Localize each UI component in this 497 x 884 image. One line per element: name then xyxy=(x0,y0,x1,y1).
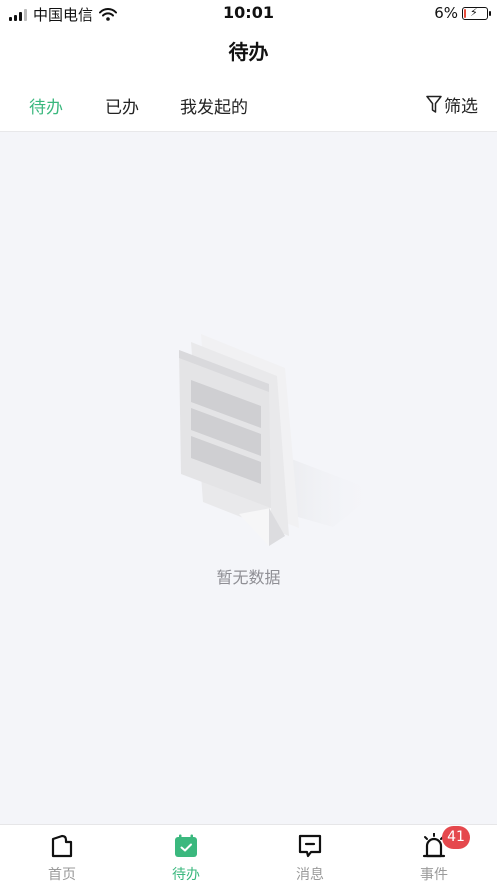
tab-bar-label-messages: 消息 xyxy=(296,867,324,883)
main-content: 暂无数据 xyxy=(0,132,497,824)
tab-bar-label-todo: 待办 xyxy=(172,867,200,883)
filter-button[interactable]: 筛选 xyxy=(426,92,478,117)
status-time: 10:01 xyxy=(223,3,274,22)
filter-tabs: 待办 已办 我发起的 筛选 xyxy=(0,76,497,132)
tab-initiated-by-me[interactable]: 我发起的 xyxy=(180,93,248,118)
tab-bar-item-events[interactable]: 事件 xyxy=(372,825,496,884)
tab-bar-item-messages[interactable]: 消息 xyxy=(248,825,372,884)
home-icon xyxy=(51,834,73,858)
tab-bar-item-todo[interactable]: 待办 xyxy=(124,825,248,884)
navigation-bar: 待办 xyxy=(0,26,497,76)
empty-state-text: 暂无数据 xyxy=(216,568,281,587)
battery-fill xyxy=(464,8,466,18)
filter-label: 筛选 xyxy=(444,97,478,117)
charging-bolt-icon: ⚡ xyxy=(470,5,478,19)
tab-bar-label-events: 事件 xyxy=(420,867,448,883)
page-title: 待办 xyxy=(228,40,269,64)
status-bar: 中国电信 10:01 6% ⚡ xyxy=(0,0,497,26)
status-right: 6% ⚡ xyxy=(434,4,491,22)
tab-bar-label-home: 首页 xyxy=(48,867,76,883)
filter-icon xyxy=(426,95,442,113)
calendar-check-icon xyxy=(175,834,197,857)
battery-icon: ⚡ xyxy=(462,5,491,20)
tab-bar-item-home[interactable]: 首页 xyxy=(0,825,124,884)
empty-documents-illustration xyxy=(179,334,378,546)
bottom-tab-bar: 首页 待办 消息 事件 xyxy=(0,824,497,884)
events-count-badge: 41 xyxy=(442,826,470,849)
message-icon xyxy=(298,834,322,858)
tab-done[interactable]: 已办 xyxy=(105,93,139,118)
battery-percent: 6% xyxy=(434,4,458,22)
tab-pending[interactable]: 待办 xyxy=(29,93,63,118)
